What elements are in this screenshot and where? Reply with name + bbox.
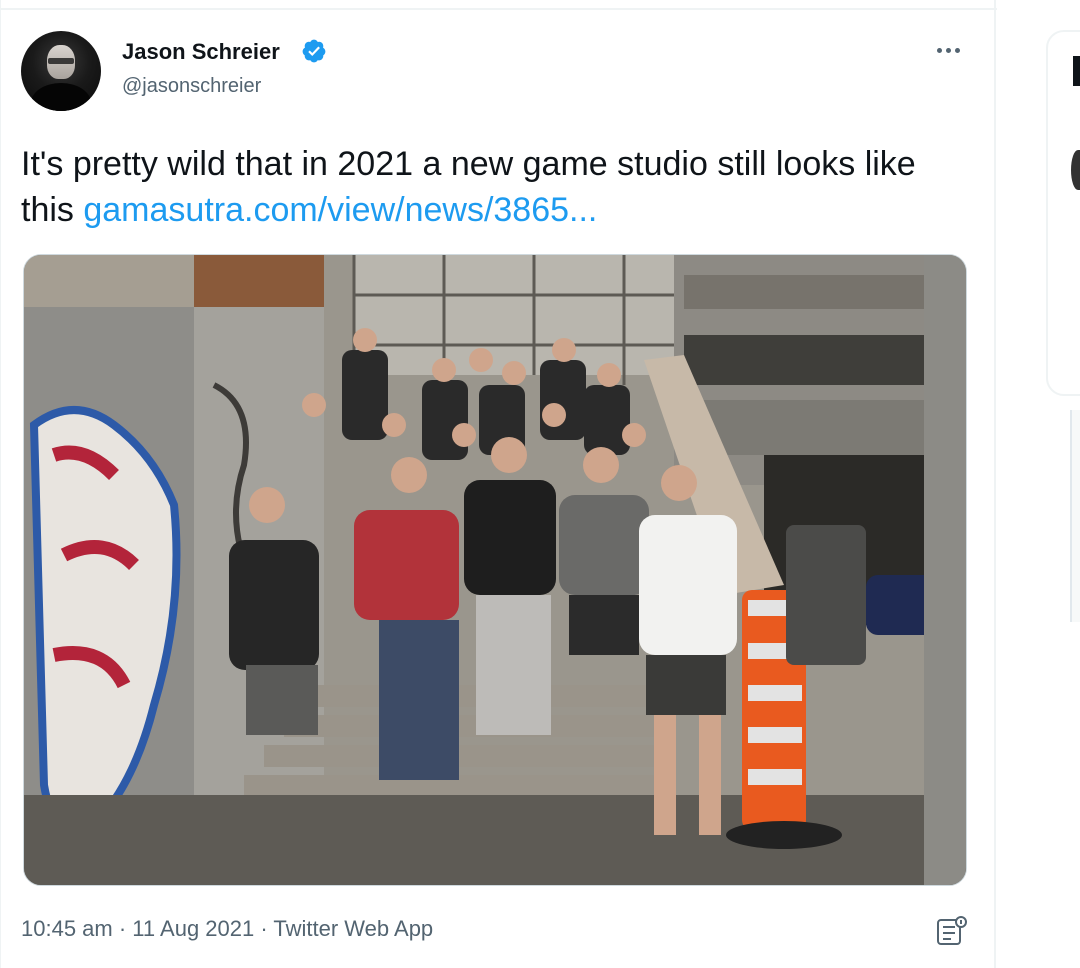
verified-badge-icon [302,39,326,63]
sidebar-panel [1070,410,1080,622]
more-horizontal-icon[interactable] [935,40,969,60]
tweet-time[interactable]: 10:45 am [21,916,113,941]
tweet-photo[interactable] [23,254,967,886]
separator: · [254,916,274,941]
dot [955,48,960,53]
tweet-link[interactable]: gamasutra.com/view/news/3865... [83,191,597,229]
tweet-source[interactable]: Twitter Web App [273,916,433,941]
avatar-glasses [48,58,74,64]
author-handle[interactable]: @jasonschreier [122,75,261,98]
avatar[interactable] [21,31,101,111]
dot [946,48,951,53]
tweet-text: It's pretty wild that in 2021 a new game… [21,141,971,233]
tweet-meta: 10:45 am · 11 Aug 2021 · Twitter Web App [21,916,433,942]
tweet-date[interactable]: 11 Aug 2021 [132,916,254,941]
divider [1,8,997,10]
sidebar-fragment [1073,56,1080,86]
tweet-card: Jason Schreier @jasonschreier It's prett… [0,0,997,968]
analytics-icon[interactable] [935,914,969,948]
author-name[interactable]: Jason Schreier [122,39,280,65]
dot [937,48,942,53]
sidebar-fragment [1071,150,1080,190]
separator: · [112,916,133,941]
group-photo [24,255,966,885]
avatar-shoulders [31,83,91,111]
